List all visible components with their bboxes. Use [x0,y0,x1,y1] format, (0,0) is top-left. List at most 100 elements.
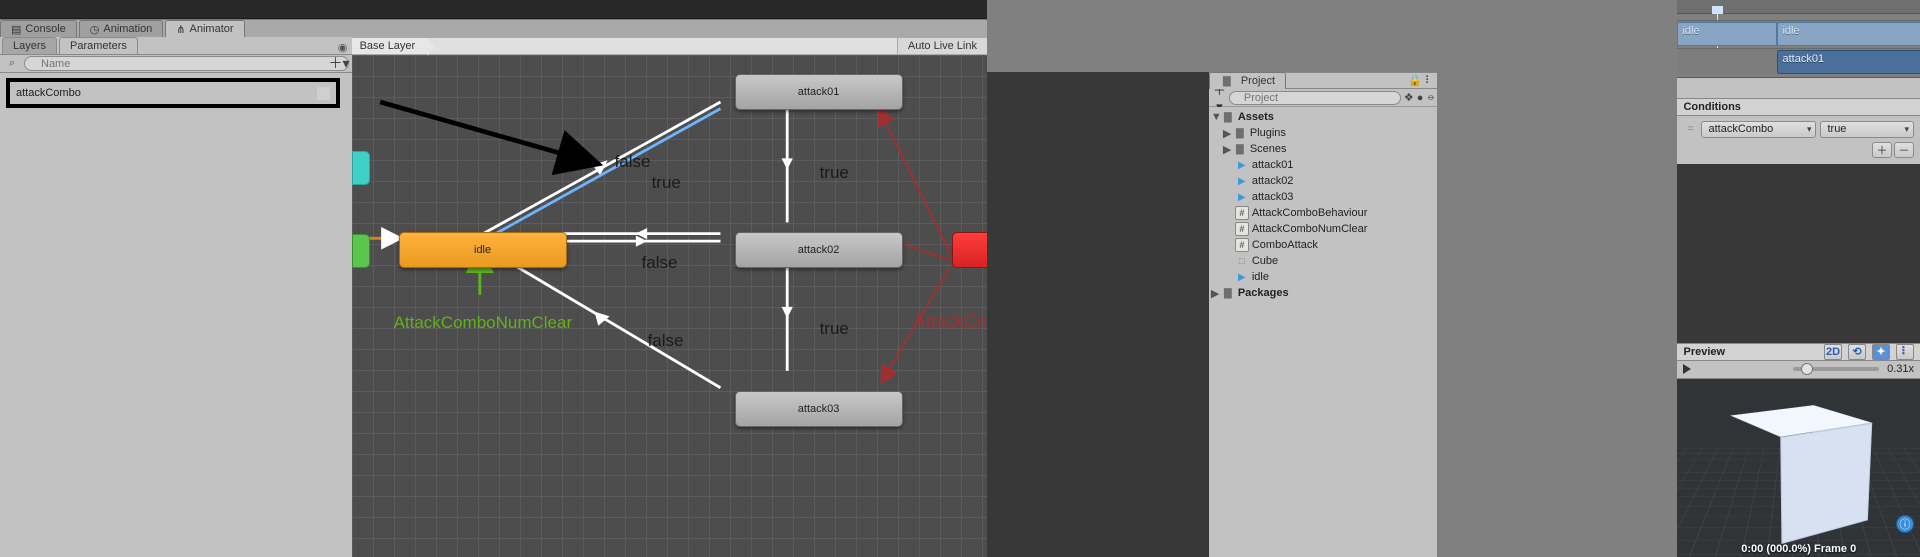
script-icon: # [1235,206,1249,220]
node-label: attack03 [798,403,840,415]
anim-icon: ▶ [1235,174,1249,188]
script-icon: # [1235,238,1249,252]
tab-console[interactable]: ▤ Console [0,20,77,37]
tree-scenes[interactable]: ▶▇Scenes [1209,141,1437,157]
add-condition-button[interactable]: ＋ [1872,142,1892,158]
node-exit[interactable]: Exit [952,232,987,268]
node-label: Exit [965,244,987,256]
preview-2d-button[interactable]: 2D [1824,344,1842,360]
lock-icon[interactable]: 🔒 [1408,74,1422,87]
script-icon: # [1235,222,1249,236]
gutter [987,0,1209,557]
speed-slider[interactable] [1793,367,1879,371]
animator-icon: ⋔ [176,23,185,36]
anim-icon: ▶ [1235,270,1249,284]
hidden-icon[interactable]: ⦵ [1426,91,1435,105]
preview-header: Preview 2D ⟲ ✦ ⠇ [1677,343,1920,361]
node-attack02[interactable]: attack02 [735,232,903,268]
node-attack03[interactable]: attack03 [735,391,903,427]
console-icon: ▤ [11,23,21,36]
auto-live-link-toggle[interactable]: Auto Live Link [897,38,987,54]
edge-label: false [615,152,651,172]
annotation-clear: AttackComboNumClear [394,313,573,333]
animator-sub-tabs: Layers Parameters ◉ [0,37,352,55]
clip-attack01[interactable]: attack01 [1777,50,1920,74]
preview-menu-icon[interactable]: ⠇ [1896,344,1914,360]
tab-animation[interactable]: ◷ Animation [79,20,164,37]
prefab-icon: □ [1235,254,1249,268]
parameter-list: attackCombo [0,73,352,557]
folder-icon: ▇ [1220,74,1234,88]
tree-plugins[interactable]: ▶▇Plugins [1209,125,1437,141]
tab-label: Animation [103,23,152,35]
play-button[interactable] [1683,364,1691,374]
folder-icon: ▇ [1221,286,1235,300]
node-idle[interactable]: idle [399,232,567,268]
parameter-search-row: ⌕ ＋▾ [0,55,352,73]
remove-condition-button[interactable]: － [1894,142,1914,158]
clip-idle-b[interactable]: idle [1777,22,1920,46]
project-tree: ▼▇Assets ▶▇Plugins ▶▇Scenes ▶attack01 ▶a… [1209,107,1437,557]
sub-tab-layers[interactable]: Layers [2,37,57,54]
anim-icon: ▶ [1235,190,1249,204]
filter-type-icon[interactable]: ❖ [1404,91,1414,105]
sub-tab-parameters[interactable]: Parameters [59,37,138,54]
speed-value: 0.31x [1887,363,1914,375]
edge-label: true [652,173,681,193]
folder-icon: ▇ [1233,142,1247,156]
folder-icon: ▇ [1221,110,1235,124]
tree-combo[interactable]: #ComboAttack [1209,237,1437,253]
condition-param-dropdown[interactable]: attackCombo [1701,121,1816,138]
animator-graph[interactable]: idle attack01 attack02 attack03 Exit fal… [352,55,987,557]
project-search-input[interactable] [1229,91,1401,105]
annotation-behaviour: AttackComboBehaviour [914,311,987,332]
editor-tab-strip: ▤ Console ◷ Animation ⋔ Animator [0,19,352,37]
tree-attack03[interactable]: ▶attack03 [1209,189,1437,205]
search-icon: ⌕ [3,57,21,70]
inspector-panel: idle idle attack01 Conditions = attackCo… [1677,0,1920,557]
breadcrumb-row: Base Layer Auto Live Link [352,37,987,55]
tab-project[interactable]: ▇ Project [1209,72,1286,89]
node-label: attack02 [798,244,840,256]
preview-avatar-icon[interactable]: ✦ [1872,344,1890,360]
preview-orbit-icon[interactable]: ⟲ [1848,344,1866,360]
transition-timeline[interactable]: idle idle attack01 [1677,0,1920,78]
animator-center: Base Layer Auto Live Link [352,0,987,557]
breadcrumb-base-layer[interactable]: Base Layer [352,38,428,54]
drag-handle-icon[interactable]: = [1683,123,1697,135]
edge-label: false [642,253,678,273]
parameter-row-attackcombo[interactable]: attackCombo [6,78,340,108]
add-parameter-button[interactable]: ＋▾ [329,54,350,72]
preview-controls: 0.31x [1677,361,1920,379]
node-label: attack01 [798,86,840,98]
anim-icon: ▶ [1235,158,1249,172]
edge-label: true [820,319,849,339]
clip-idle-a[interactable]: idle [1677,22,1777,46]
conditions-header: Conditions [1677,98,1920,116]
tree-packages[interactable]: ▶▇Packages [1209,285,1437,301]
left-panel: ▤ Console ◷ Animation ⋔ Animator Layers … [0,0,352,557]
tree-clear[interactable]: #AttackComboNumClear [1209,221,1437,237]
node-any-state[interactable] [352,151,370,185]
parameter-checkbox[interactable] [317,87,330,100]
tab-animator[interactable]: ⋔ Animator [165,20,244,37]
tree-attack02[interactable]: ▶attack02 [1209,173,1437,189]
tab-label: Project [1241,75,1275,87]
preview-footer: 0:00 (000.0%) Frame 0 [1677,543,1920,555]
preview-help-button[interactable]: ⓘ [1896,515,1914,533]
node-entry[interactable] [352,234,370,268]
tree-idle[interactable]: ▶idle [1209,269,1437,285]
parameter-search-input[interactable] [24,56,349,71]
tree-behaviour[interactable]: #AttackComboBehaviour [1209,205,1437,221]
tree-cube[interactable]: □Cube [1209,253,1437,269]
node-label: idle [474,244,491,256]
condition-value-dropdown[interactable]: true [1820,121,1914,138]
filter-label-icon[interactable]: ● [1417,91,1424,105]
menu-icon[interactable]: ⠇ [1425,74,1433,87]
tree-attack01[interactable]: ▶attack01 [1209,157,1437,173]
project-panel: ▇ Project 🔒 ⠇ ＋▾ ❖ ● ⦵ 8 ▼▇Assets ▶▇Plug… [1209,0,1437,557]
node-attack01[interactable]: attack01 [735,74,903,110]
tree-assets[interactable]: ▼▇Assets [1209,109,1437,125]
preview-viewport[interactable]: 0:00 (000.0%) Frame 0 ⓘ [1677,379,1920,557]
animation-icon: ◷ [90,23,100,36]
